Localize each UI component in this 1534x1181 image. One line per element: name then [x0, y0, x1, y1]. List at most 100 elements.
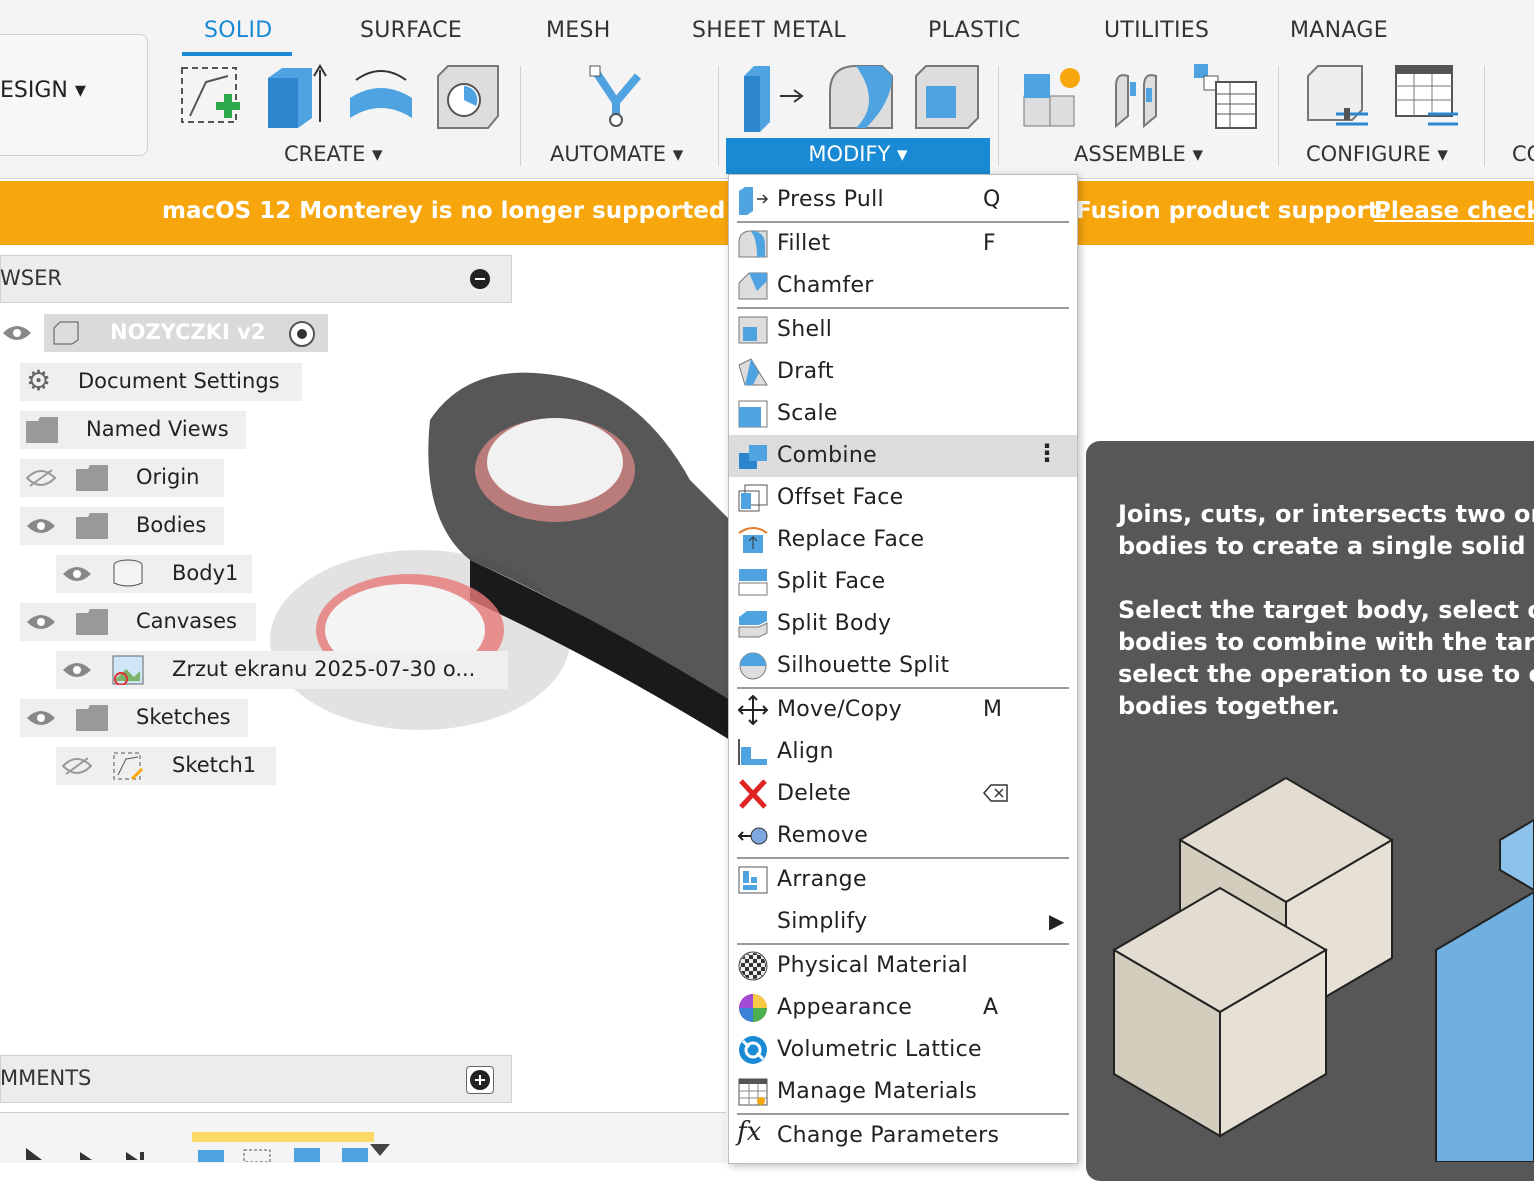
menu-item-label: Offset Face — [777, 485, 904, 510]
extrude-icon[interactable] — [262, 62, 332, 132]
timeline-marker-icon — [370, 1144, 390, 1156]
menu-item-fillet[interactable]: Fillet F — [729, 223, 1077, 265]
group-partial[interactable]: CO — [1512, 142, 1534, 166]
radio-active-icon[interactable] — [288, 320, 316, 348]
add-comment-button[interactable] — [466, 1066, 494, 1094]
skip-end-icon — [126, 1152, 144, 1160]
combine-illustration — [1112, 776, 1534, 1162]
configuration-table-icon[interactable] — [1392, 62, 1462, 132]
comments-title: MMENTS — [0, 1066, 92, 1090]
menu-item-chamfer[interactable]: Chamfer — [729, 265, 1077, 307]
tooltip-description-line: Joins, cuts, or intersects two or m — [1118, 500, 1534, 528]
tooltip-instructions-line: select the operation to use to com — [1118, 660, 1534, 688]
menu-item-simplify[interactable]: Simplify ▶ — [729, 901, 1077, 943]
more-options-icon[interactable]: ⋮ — [1035, 439, 1059, 467]
menu-item-scale[interactable]: Scale — [729, 393, 1077, 435]
collapse-browser-button[interactable] — [470, 269, 490, 289]
banner-link[interactable]: Please check — [1374, 198, 1534, 224]
split-body-icon — [738, 611, 768, 638]
toolbar-divider — [1278, 66, 1279, 166]
menu-item-change-parameters[interactable]: fx Change Parameters — [729, 1115, 1077, 1157]
menu-item-label: Scale — [777, 401, 838, 426]
menu-item-offset-face[interactable]: Offset Face — [729, 477, 1077, 519]
menu-item-silhouette-split[interactable]: Silhouette Split — [729, 645, 1077, 687]
tab-manage[interactable]: MANAGE — [1290, 18, 1388, 43]
timeline-progress[interactable] — [192, 1132, 374, 1142]
eye-icon[interactable] — [62, 660, 92, 680]
menu-item-appearance[interactable]: Appearance A — [729, 987, 1077, 1029]
hole-icon[interactable] — [432, 62, 502, 132]
new-component-icon[interactable] — [1020, 62, 1090, 132]
timeline-extrude-icon — [342, 1148, 368, 1162]
playback-controls[interactable] — [20, 1146, 160, 1162]
tab-surface[interactable]: SURFACE — [360, 18, 462, 43]
bom-icon[interactable] — [1192, 62, 1262, 132]
combine-icon — [739, 445, 767, 469]
configure-icon[interactable] — [1304, 62, 1374, 132]
workspace-label[interactable]: ESIGN ▾ — [0, 78, 86, 103]
chamfer-icon — [738, 272, 768, 300]
canvases-label: Canvases — [136, 609, 237, 633]
press-pull-icon[interactable] — [740, 62, 810, 132]
menu-item-volumetric-lattice[interactable]: Volumetric Lattice — [729, 1029, 1077, 1071]
timeline-sketch-icon — [198, 1150, 224, 1162]
menu-item-physical-material[interactable]: Physical Material — [729, 945, 1077, 987]
menu-item-split-body[interactable]: Split Body — [729, 603, 1077, 645]
timeline-features[interactable] — [196, 1144, 396, 1162]
menu-item-move-copy[interactable]: Move/Copy M — [729, 689, 1077, 731]
fillet-icon[interactable] — [826, 62, 896, 132]
tooltip-instructions-line: bodies to combine with the targe — [1118, 628, 1534, 656]
browser-header — [0, 255, 512, 303]
menu-item-shell[interactable]: Shell — [729, 309, 1077, 351]
menu-item-draft[interactable]: Draft — [729, 351, 1077, 393]
shell-icon[interactable] — [912, 62, 982, 132]
body-icon — [113, 559, 143, 587]
handle-hole — [487, 418, 623, 506]
menu-item-label: Split Face — [777, 569, 886, 594]
group-modify[interactable]: MODIFY ▾ — [726, 142, 990, 166]
menu-item-replace-face[interactable]: Replace Face — [729, 519, 1077, 561]
tooltip-instructions-line: Select the target body, select one — [1118, 596, 1534, 624]
eye-icon[interactable] — [26, 612, 56, 632]
menu-item-label: Replace Face — [777, 527, 925, 552]
eye-icon[interactable] — [2, 323, 32, 343]
create-sketch-icon[interactable] — [176, 62, 246, 132]
eye-icon[interactable] — [26, 516, 56, 536]
menu-item-split-face[interactable]: Split Face — [729, 561, 1077, 603]
menu-item-delete[interactable]: Delete — [729, 773, 1077, 815]
menu-item-label: Silhouette Split — [777, 653, 950, 678]
tooltip-instructions-line: bodies together. — [1118, 692, 1340, 720]
shortcut-key: F — [983, 231, 996, 256]
draft-icon — [738, 358, 768, 386]
eye-hidden-icon[interactable] — [26, 468, 56, 488]
eye-icon[interactable] — [26, 708, 56, 728]
joint-icon[interactable] — [1106, 62, 1176, 132]
chevron-down-icon: ▾ — [74, 78, 86, 103]
eye-hidden-icon[interactable] — [62, 756, 92, 776]
timeline-sketch-icon — [243, 1149, 271, 1162]
automate-icon[interactable] — [582, 62, 652, 132]
eye-icon[interactable] — [62, 564, 92, 584]
browser-root-label: NOZYCZKI v2 — [110, 320, 266, 344]
group-configure[interactable]: CONFIGURE ▾ — [1306, 142, 1448, 166]
menu-item-label: Volumetric Lattice — [777, 1037, 982, 1062]
tab-plastic[interactable]: PLASTIC — [928, 18, 1020, 43]
menu-item-remove[interactable]: Remove — [729, 815, 1077, 857]
revolve-icon[interactable] — [346, 62, 416, 132]
tab-sheet-metal[interactable]: SHEET METAL — [692, 18, 846, 43]
menu-item-arrange[interactable]: Arrange — [729, 859, 1077, 901]
tab-mesh[interactable]: MESH — [546, 18, 611, 43]
menu-item-press-pull[interactable]: Press Pull Q — [729, 179, 1077, 221]
tab-solid[interactable]: SOLID — [204, 18, 272, 43]
group-create[interactable]: CREATE ▾ — [284, 142, 383, 166]
menu-item-combine[interactable]: Combine ⋮ — [729, 435, 1077, 477]
named-views-label: Named Views — [86, 417, 229, 441]
folder-icon — [76, 705, 108, 731]
menu-item-manage-materials[interactable]: Manage Materials — [729, 1071, 1077, 1113]
group-automate[interactable]: AUTOMATE ▾ — [550, 142, 683, 166]
tab-utilities[interactable]: UTILITIES — [1104, 18, 1209, 43]
group-assemble[interactable]: ASSEMBLE ▾ — [1074, 142, 1203, 166]
menu-item-align[interactable]: Align — [729, 731, 1077, 773]
document-settings-label: Document Settings — [78, 369, 280, 393]
function-icon: fx — [737, 1117, 762, 1147]
